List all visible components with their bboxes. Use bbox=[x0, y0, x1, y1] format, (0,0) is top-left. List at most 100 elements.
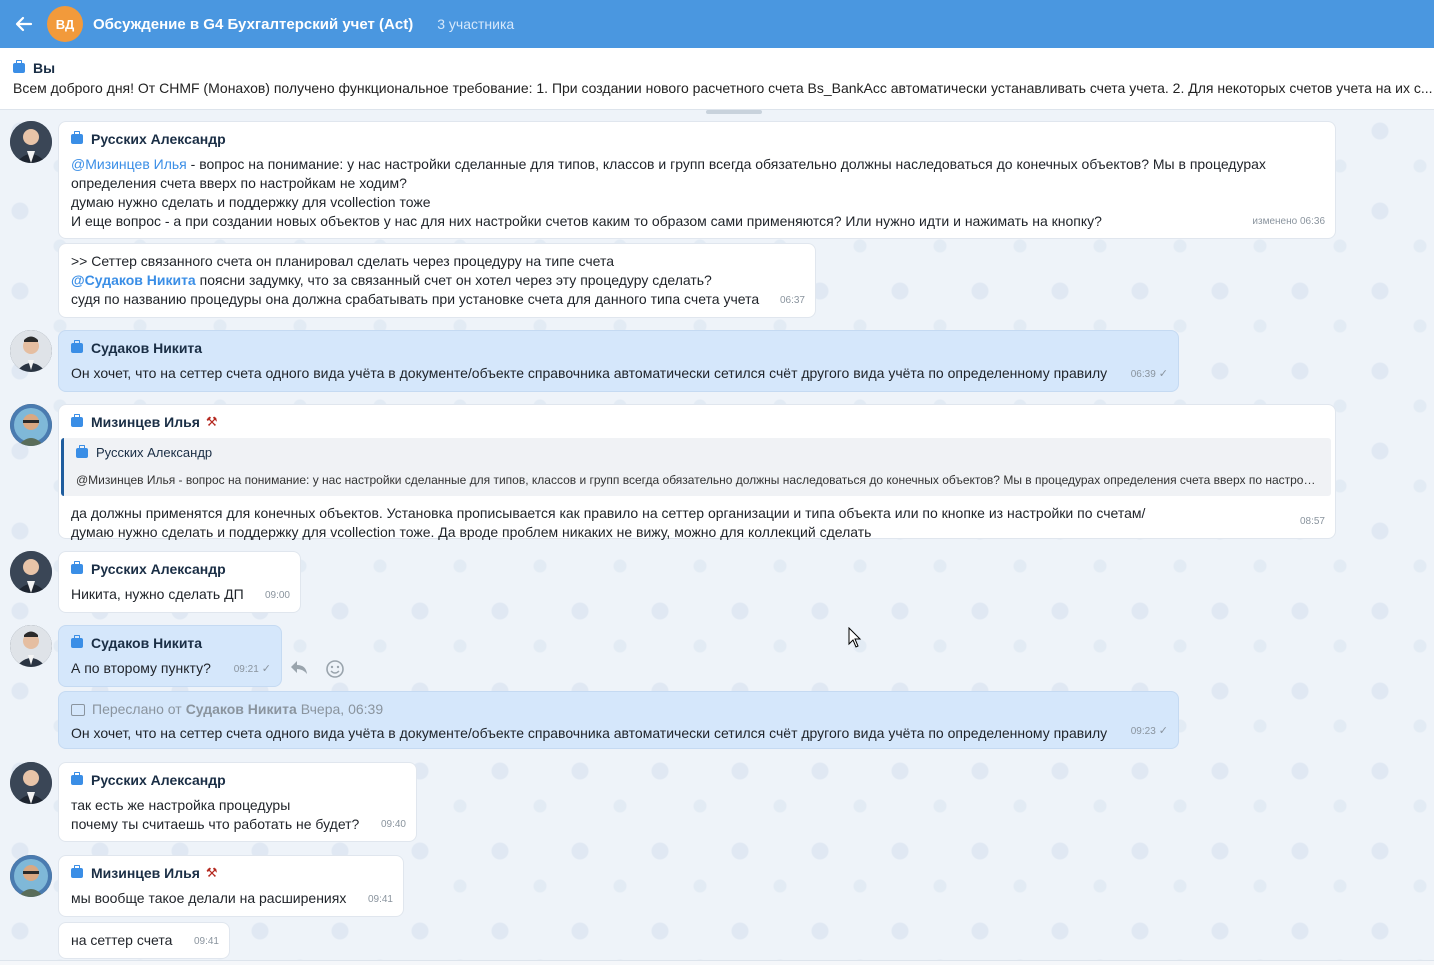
message-text: - вопрос на понимание: у нас настройки с… bbox=[186, 156, 1266, 172]
message-time: изменено 06:36 bbox=[1252, 216, 1325, 227]
message-bubble[interactable]: Мизинцев Илья ⚒ мы вообще такое делали н… bbox=[58, 855, 404, 917]
briefcase-icon bbox=[13, 60, 25, 73]
avatar-sudakov[interactable] bbox=[10, 625, 52, 667]
message-time: 08:57 bbox=[1299, 516, 1325, 527]
chat-header: ВД Обсуждение в G4 Бухгалтерский учет (A… bbox=[0, 0, 1434, 48]
participants-count[interactable]: 3 участника bbox=[437, 16, 514, 32]
time-label: 06:39 bbox=[1130, 369, 1156, 380]
forward-prefix: Переслано от bbox=[92, 701, 182, 717]
author-name[interactable]: Мизинцев Илья bbox=[91, 413, 200, 431]
forward-author[interactable]: Судаков Никита bbox=[186, 700, 297, 719]
read-check-icon: ✓ bbox=[1158, 368, 1168, 380]
reply-quote[interactable]: Русских Александр @Мизинцев Илья - вопро… bbox=[61, 438, 1331, 496]
person-photo-icon bbox=[10, 762, 52, 804]
message-bubble[interactable]: Мизинцев Илья ⚒ Русских Александр @Мизин… bbox=[58, 404, 1336, 540]
chat-title[interactable]: Обсуждение в G4 Бухгалтерский учет (Act) bbox=[93, 16, 413, 33]
avatar-sudakov[interactable] bbox=[10, 330, 52, 372]
message-text-line: судя по названию процедуры она должна ср… bbox=[71, 291, 760, 307]
briefcase-icon bbox=[71, 865, 83, 878]
message-text: поясни задумку, что за связанный счет он… bbox=[195, 272, 712, 288]
read-check-icon: ✓ bbox=[1158, 725, 1168, 737]
message-bubble[interactable]: Русских Александр Никита, нужно сделать … bbox=[58, 551, 301, 613]
person-photo-icon bbox=[10, 404, 52, 446]
avatar-mizintsev[interactable] bbox=[10, 404, 52, 446]
briefcase-icon bbox=[76, 444, 88, 458]
person-photo-icon bbox=[10, 121, 52, 163]
message-text: мы вообще такое делали на расширениях bbox=[71, 890, 347, 906]
quote-text: @Мизинцев Илья - вопрос на понимание: у … bbox=[76, 473, 1321, 487]
avatar-russkikh[interactable] bbox=[10, 121, 52, 163]
message-bubble[interactable]: Русских Александр так есть же настройка … bbox=[58, 762, 417, 842]
avatar-russkikh[interactable] bbox=[10, 762, 52, 804]
hammer-icon: ⚒ bbox=[205, 865, 218, 880]
message-time: 06:39 ✓ bbox=[1131, 365, 1168, 384]
message-author[interactable]: Русских Александр bbox=[71, 771, 404, 789]
message-text: Никита, нужно сделать ДП bbox=[71, 586, 244, 602]
reply-icon[interactable] bbox=[289, 658, 309, 681]
message-text-line: @Мизинцев Илья - вопрос на понимание: у … bbox=[71, 155, 1323, 174]
avatar-russkikh[interactable] bbox=[10, 551, 52, 593]
message-bubble[interactable]: >> Сеттер связанного счета он планировал… bbox=[58, 243, 816, 318]
quote-author-name: Русских Александр bbox=[96, 445, 213, 460]
time-label: 09:21 bbox=[233, 664, 259, 675]
person-photo-icon bbox=[10, 625, 52, 667]
pinned-author: Вы bbox=[13, 60, 1421, 76]
author-name[interactable]: Русских Александр bbox=[91, 771, 226, 789]
message-text: Он хочет, что на сеттер счета одного вид… bbox=[71, 365, 1108, 381]
briefcase-icon bbox=[71, 414, 83, 427]
message-author[interactable]: Русских Александр bbox=[71, 130, 1323, 148]
message-author[interactable]: Мизинцев Илья ⚒ bbox=[71, 413, 1323, 431]
arrow-left-icon bbox=[15, 16, 33, 32]
chat-avatar[interactable]: ВД bbox=[47, 6, 83, 42]
hammer-icon: ⚒ bbox=[205, 414, 218, 429]
briefcase-icon bbox=[71, 131, 83, 144]
pinned-message[interactable]: Вы Всем доброго дня! От CHMF (Монахов) п… bbox=[0, 48, 1434, 110]
scroll-grip[interactable] bbox=[706, 110, 762, 114]
briefcase-icon bbox=[71, 635, 83, 648]
author-name[interactable]: Мизинцев Илья bbox=[91, 864, 200, 882]
author-name[interactable]: Русских Александр bbox=[91, 130, 226, 148]
message-text-line: почему ты считаешь что работать не будет… bbox=[71, 816, 360, 832]
forward-header: Переслано от Судаков Никита Вчера, 06:39 bbox=[71, 700, 1166, 719]
message-bubble[interactable]: Русских Александр @Мизинцев Илья - вопро… bbox=[58, 121, 1336, 239]
message-bubble[interactable]: Судаков Никита А по второму пункту? 09:2… bbox=[58, 625, 282, 687]
pinned-author-label: Вы bbox=[33, 60, 56, 76]
message-text-line: @Судаков Никита поясни задумку, что за с… bbox=[71, 271, 803, 290]
message-text-line: думаю нужно сделать и поддержку для vcol… bbox=[71, 524, 872, 540]
avatar-mizintsev[interactable] bbox=[10, 855, 52, 897]
author-name[interactable]: Судаков Никита bbox=[91, 634, 202, 652]
message-bubble[interactable]: Судаков Никита Он хочет, что на сеттер с… bbox=[58, 330, 1179, 392]
bottom-divider bbox=[0, 960, 1434, 965]
message-time: 09:41 bbox=[193, 936, 219, 947]
message-time: 09:21 ✓ bbox=[234, 660, 271, 679]
message-text-line: да должны применятся для конечных объект… bbox=[71, 505, 1146, 521]
message-author[interactable]: Судаков Никита bbox=[71, 634, 269, 652]
message-author[interactable]: Судаков Никита bbox=[71, 339, 1166, 357]
back-button[interactable] bbox=[0, 0, 48, 48]
message-text-line: определения счета вверх по настройкам не… bbox=[71, 175, 407, 191]
mention-link[interactable]: @Судаков Никита bbox=[71, 272, 196, 288]
mention-link[interactable]: @Мизинцев Илья bbox=[71, 156, 187, 172]
author-name[interactable]: Русских Александр bbox=[91, 560, 226, 578]
briefcase-icon bbox=[71, 561, 83, 574]
forwarded-message-bubble[interactable]: Переслано от Судаков Никита Вчера, 06:39… bbox=[58, 691, 1179, 749]
message-text-line: И еще вопрос - а при создании новых объе… bbox=[71, 213, 1102, 229]
emoji-reaction-icon[interactable] bbox=[325, 659, 345, 684]
time-label: 09:23 bbox=[1130, 726, 1156, 737]
message-author[interactable]: Мизинцев Илья ⚒ bbox=[71, 864, 391, 882]
message-time: 06:37 bbox=[779, 295, 805, 306]
forward-icon bbox=[71, 703, 85, 716]
read-check-icon: ✓ bbox=[261, 663, 271, 675]
message-text-line: так есть же настройка процедуры bbox=[71, 797, 291, 813]
author-name[interactable]: Судаков Никита bbox=[91, 339, 202, 357]
message-text: Он хочет, что на сеттер счета одного вид… bbox=[71, 725, 1108, 741]
message-bubble[interactable]: на сеттер счета 09:41 bbox=[58, 922, 230, 959]
message-text-line: >> Сеттер связанного счета он планировал… bbox=[71, 253, 614, 269]
message-time: 09:23 ✓ bbox=[1131, 722, 1168, 741]
message-author[interactable]: Русских Александр bbox=[71, 560, 288, 578]
person-photo-icon bbox=[10, 551, 52, 593]
quote-author: Русских Александр bbox=[76, 443, 1321, 462]
message-time: 09:00 bbox=[264, 590, 290, 601]
briefcase-icon bbox=[71, 340, 83, 353]
message-time: 09:40 bbox=[380, 819, 406, 830]
